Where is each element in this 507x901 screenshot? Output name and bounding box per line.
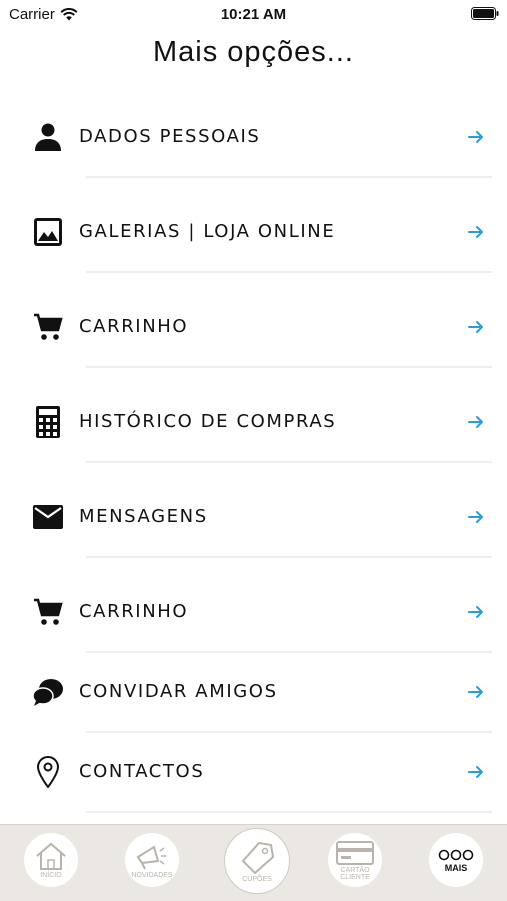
divider xyxy=(86,176,492,178)
menu-item-convidar-amigos[interactable]: CONVIDAR AMIGOS xyxy=(0,653,507,733)
status-time: 10:21 AM xyxy=(220,6,287,23)
tab-label: CARTÃO CLIENTE xyxy=(340,866,370,881)
page-title: Mais opções... xyxy=(153,36,354,68)
divider xyxy=(86,461,492,463)
divider xyxy=(86,556,492,558)
megaphone-icon xyxy=(136,845,166,870)
menu-item-contactos[interactable]: CONTACTOS xyxy=(0,733,507,813)
divider xyxy=(86,271,492,273)
arrow-right-icon xyxy=(468,606,483,618)
tab-cupoes[interactable]: CUPÕES xyxy=(224,828,290,894)
menu-item-carrinho[interactable]: CARRINHO xyxy=(0,288,507,368)
more-icon xyxy=(438,849,474,860)
status-bar: Carrier 10:21 AM xyxy=(0,0,507,28)
tab-mais-circle: MAIS xyxy=(429,833,483,887)
tab-novidades-circle: NOVIDADES xyxy=(125,833,179,887)
tab-cartao-cliente-circle: CARTÃO CLIENTE xyxy=(328,833,382,887)
menu-item-label: CARRINHO xyxy=(79,316,189,337)
menu-item-label: CARRINHO xyxy=(79,601,189,622)
menu-item-label: CONVIDAR AMIGOS xyxy=(79,681,278,702)
tab-cartao-cliente[interactable]: CARTÃO CLIENTE xyxy=(328,833,382,887)
arrow-right-icon xyxy=(468,511,483,523)
card-icon xyxy=(336,840,374,865)
battery-icon xyxy=(471,7,499,20)
menu-item-label: DADOS PESSOAIS xyxy=(79,126,261,147)
menu-item-label: GALERIAS | LOJA ONLINE xyxy=(79,221,336,242)
arrow-right-icon xyxy=(468,686,483,698)
divider xyxy=(86,366,492,368)
arrow-right-icon xyxy=(468,416,483,428)
tab-label: MAIS xyxy=(444,862,468,873)
menu-item-label: CONTACTOS xyxy=(79,761,205,782)
menu-item-label: MENSAGENS xyxy=(79,506,208,527)
home-icon xyxy=(36,842,66,870)
divider xyxy=(86,811,492,813)
arrow-right-icon xyxy=(468,226,483,238)
image-icon xyxy=(31,215,65,249)
menu-item-carrinho-2[interactable]: CARRINHO xyxy=(0,573,507,653)
arrow-right-icon xyxy=(468,131,483,143)
tab-cupoes-circle: CUPÕES xyxy=(224,828,290,894)
tab-inicio-circle: INÍCIO xyxy=(24,833,78,887)
tab-mais[interactable]: MAIS xyxy=(429,833,483,887)
tag-icon xyxy=(241,841,275,875)
menu-item-label: HISTÓRICO DE COMPRAS xyxy=(79,411,337,432)
person-icon xyxy=(31,120,65,154)
menu-item-dados-pessoais[interactable]: DADOS PESSOAIS xyxy=(0,98,507,178)
chat-bubbles-icon xyxy=(31,675,65,709)
calculator-icon xyxy=(31,405,65,439)
cart-icon xyxy=(31,595,65,629)
tab-label: CUPÕES xyxy=(242,876,272,883)
bottom-tab-bar: INÍCIO NOVIDADES CUPÕES CARTÃO CLIENTE M… xyxy=(0,824,507,901)
mail-icon xyxy=(31,500,65,534)
tab-label: INÍCIO xyxy=(40,872,62,879)
menu-item-galerias[interactable]: GALERIAS | LOJA ONLINE xyxy=(0,193,507,273)
cart-icon xyxy=(31,310,65,344)
menu-item-historico-compras[interactable]: HISTÓRICO DE COMPRAS xyxy=(0,383,507,463)
menu-item-mensagens[interactable]: MENSAGENS xyxy=(0,478,507,558)
tab-inicio[interactable]: INÍCIO xyxy=(24,833,78,887)
location-pin-icon xyxy=(31,755,65,789)
arrow-right-icon xyxy=(468,766,483,778)
arrow-right-icon xyxy=(468,321,483,333)
tab-novidades[interactable]: NOVIDADES xyxy=(125,833,179,887)
tab-label: NOVIDADES xyxy=(131,872,173,879)
